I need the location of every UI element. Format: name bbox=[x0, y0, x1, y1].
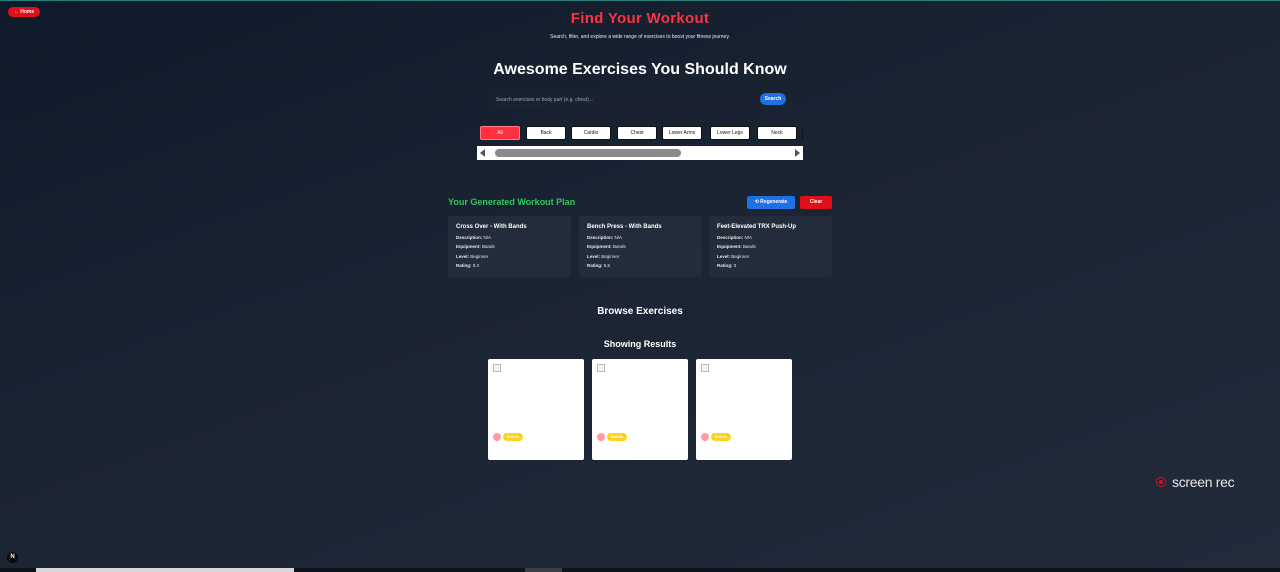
exercise-card[interactable]: Bands bbox=[592, 359, 688, 460]
plan-card-name: Cross Over - With Bands bbox=[456, 224, 527, 230]
scroll-right-arrow-icon[interactable] bbox=[795, 149, 800, 157]
exercise-card[interactable]: Bands bbox=[488, 359, 584, 460]
dev-indicator-badge[interactable]: N bbox=[7, 552, 18, 563]
plan-card-equipment: Equipment: Bands bbox=[717, 244, 756, 249]
plan-card-rating: Rating: 8.3 bbox=[456, 263, 480, 268]
plan-card: Cross Over - With Bands Description: N/A… bbox=[448, 216, 571, 277]
clear-button[interactable]: Clear bbox=[800, 196, 832, 209]
plan-card: Bench Press - With Bands Description: N/… bbox=[579, 216, 702, 277]
broken-image-icon bbox=[597, 364, 605, 372]
equipment-badge: Bands bbox=[503, 433, 524, 441]
record-icon bbox=[1156, 477, 1166, 487]
plan-card-rating: Rating: 5.5 bbox=[587, 263, 611, 268]
screenrec-watermark: screen rec bbox=[1152, 473, 1248, 493]
plan-card-equipment: Equipment: Bands bbox=[456, 244, 495, 249]
scroll-thumb[interactable] bbox=[495, 149, 681, 157]
plan-card-description: Description: N/A bbox=[717, 235, 753, 240]
results-title: Showing Results bbox=[603, 339, 677, 349]
screenrec-label: screen rec bbox=[1172, 474, 1235, 490]
broken-image-icon bbox=[701, 364, 709, 372]
plan-card-level: Level: Beginner bbox=[717, 254, 750, 259]
browse-title: Browse Exercises bbox=[597, 306, 683, 317]
bottom-scrollbar-segment bbox=[525, 568, 562, 572]
workout-plan-title: Your Generated Workout Plan bbox=[448, 197, 576, 207]
equipment-badge: Bands bbox=[711, 433, 732, 441]
exercise-card[interactable]: Bands bbox=[696, 359, 792, 460]
filter-all[interactable]: All bbox=[480, 126, 520, 140]
plan-card-description: Description: N/A bbox=[456, 235, 492, 240]
search-input[interactable] bbox=[494, 93, 748, 107]
page-title: Find Your Workout bbox=[570, 10, 710, 27]
body-part-dot bbox=[701, 433, 709, 441]
scroll-left-arrow-icon[interactable] bbox=[480, 149, 485, 157]
plan-card-name: Bench Press - With Bands bbox=[587, 224, 662, 230]
body-part-filters: All Back Cardio Chest Lower Arms Lower L… bbox=[480, 126, 803, 140]
plan-card-level: Level: Beginner bbox=[456, 254, 489, 259]
search-bar: Search bbox=[490, 90, 790, 108]
filter-lower-legs[interactable]: Lower Legs bbox=[710, 126, 750, 140]
filter-next-partial[interactable] bbox=[802, 126, 803, 140]
filter-lower-arms[interactable]: Lower Arms bbox=[662, 126, 702, 140]
bottom-scrollbar-thumb[interactable] bbox=[36, 568, 294, 572]
section-heading: Awesome Exercises You Should Know bbox=[493, 61, 787, 78]
body-part-dot bbox=[597, 433, 605, 441]
search-button[interactable]: Search bbox=[760, 93, 786, 105]
filter-back[interactable]: Back bbox=[526, 126, 566, 140]
top-accent-line bbox=[0, 0, 1280, 1]
filter-cardio[interactable]: Cardio bbox=[571, 126, 611, 140]
plan-card-level: Level: Beginner bbox=[587, 254, 620, 259]
plan-card-description: Description: N/A bbox=[587, 235, 623, 240]
regenerate-button[interactable]: ⟲ Regenerate bbox=[747, 196, 795, 209]
broken-image-icon bbox=[493, 364, 501, 372]
filter-neck[interactable]: Neck bbox=[757, 126, 797, 140]
equipment-badge: Bands bbox=[607, 433, 628, 441]
filter-chest[interactable]: Chest bbox=[617, 126, 657, 140]
plan-card-rating: Rating: 0 bbox=[717, 263, 737, 268]
body-part-dot bbox=[493, 433, 501, 441]
filter-scrollbar[interactable] bbox=[477, 146, 803, 160]
plan-card: Feet-Elevated TRX Push-Up Description: N… bbox=[709, 216, 832, 277]
plan-card-name: Feet-Elevated TRX Push-Up bbox=[717, 224, 797, 230]
page-subtitle: Search, filter, and explore a wide range… bbox=[550, 34, 730, 40]
plan-card-equipment: Equipment: Bands bbox=[587, 244, 626, 249]
